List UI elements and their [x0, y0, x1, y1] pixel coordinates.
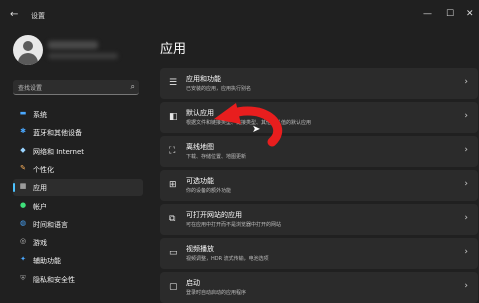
default-apps-icon: ◧	[169, 112, 178, 122]
maximize-icon[interactable]: ☐	[446, 9, 454, 19]
map-icon: ⛶	[169, 146, 176, 156]
sidebar-item-10[interactable]: ⛨ 隐私和安全性	[13, 271, 143, 288]
search-icon[interactable]: ⌕	[131, 82, 135, 92]
page-title: 应用	[160, 42, 187, 57]
sidebar-item-label: 隐私和安全性	[33, 275, 75, 284]
gamepad-icon: ◎	[19, 237, 27, 246]
blurred-user-name	[48, 41, 98, 49]
card-title: 默认应用	[186, 109, 214, 117]
sidebar-item-8[interactable]: ◎ 游戏	[13, 234, 143, 251]
search-input[interactable]: 查找设置 ⌕	[13, 80, 139, 95]
settings-card-6[interactable]: ▭ 视频播放视频调整，HDR 流式传输，电池选项 ›	[160, 238, 478, 269]
card-subtitle: 根据文件和链接类型、链接类型、其他默认值的默认应用	[186, 120, 312, 126]
close-icon[interactable]: ✕	[466, 9, 474, 19]
active-indicator	[13, 183, 15, 193]
chevron-right-icon: ›	[464, 179, 468, 189]
sidebar-item-9[interactable]: ✦ 辅助功能	[13, 252, 143, 269]
video-icon: ▭	[169, 248, 178, 258]
optional-features-icon: ⊞	[169, 180, 177, 190]
settings-card-5[interactable]: ⧉ 可打开网站的应用可在应用中打开而不是浏览器中打开的网站 ›	[160, 204, 478, 235]
globe-clock-icon: ◍	[19, 218, 27, 227]
accessibility-icon: ✦	[20, 255, 26, 264]
avatar[interactable]	[13, 35, 43, 65]
card-title: 应用和功能	[186, 75, 221, 83]
back-arrow-icon[interactable]: ←	[10, 9, 18, 20]
search-placeholder: 查找设置	[18, 85, 43, 92]
settings-card-7[interactable]: ▢ 启动登录时自动启动的应用程序 ›	[160, 272, 478, 303]
chevron-right-icon: ›	[464, 145, 468, 155]
blurred-user-email	[48, 53, 118, 59]
settings-card-2[interactable]: ◧ 默认应用根据文件和链接类型、链接类型、其他默认值的默认应用 ›	[160, 102, 478, 133]
card-subtitle: 下载、存储位置、地图更新	[186, 154, 247, 160]
sidebar-item-label: 网络和 Internet	[33, 147, 85, 156]
sidebar-item-label: 帐户	[33, 202, 47, 211]
sidebar-item-5[interactable]: ▦ 应用	[13, 179, 143, 197]
monitor-icon: ▬	[19, 109, 27, 117]
chevron-right-icon: ›	[464, 281, 468, 291]
card-subtitle: 你的设备的额外功能	[186, 188, 232, 194]
web-apps-icon: ⧉	[169, 214, 176, 224]
sidebar-item-label: 系统	[33, 111, 47, 119]
sidebar-item-1[interactable]: ▬ 系统	[13, 106, 143, 123]
sidebar-item-label: 蓝牙和其他设备	[33, 129, 82, 138]
chevron-right-icon: ›	[464, 111, 468, 121]
window-title: 设置	[31, 12, 45, 20]
sidebar-item-2[interactable]: ✱ 蓝牙和其他设备	[13, 124, 143, 141]
minimize-icon[interactable]: —	[423, 9, 432, 19]
apps-list-icon: ☰	[169, 78, 178, 88]
chevron-right-icon: ›	[464, 213, 468, 223]
sidebar-item-3[interactable]: ◆ 网络和 Internet	[13, 143, 143, 160]
card-subtitle: 已安装的应用，应用执行别名	[186, 86, 252, 92]
title-bar: ← 设置 — ☐ ✕	[0, 0, 479, 30]
sidebar-item-7[interactable]: ◍ 时间和语言	[13, 216, 143, 233]
shield-icon: ⛨	[20, 273, 26, 282]
card-title: 可打开网站的应用	[186, 211, 242, 219]
person-icon: ●	[19, 200, 27, 209]
sidebar-item-label: 时间和语言	[33, 220, 68, 229]
sidebar-item-label: 应用	[33, 184, 47, 193]
sidebar-item-label: 辅助功能	[33, 257, 61, 266]
brush-icon: ✎	[20, 163, 26, 172]
card-subtitle: 视频调整，HDR 流式传输，电池选项	[186, 256, 269, 262]
startup-icon: ▢	[169, 282, 178, 292]
card-subtitle: 可在应用中打开而不是浏览器中打开的网站	[186, 222, 282, 228]
card-title: 离线地图	[186, 143, 214, 151]
chevron-right-icon: ›	[464, 247, 468, 257]
sidebar-item-6[interactable]: ● 帐户	[13, 198, 143, 215]
card-subtitle: 登录时自动启动的应用程序	[186, 290, 247, 296]
card-title: 视频播放	[186, 245, 214, 253]
chevron-right-icon: ›	[464, 77, 468, 87]
wifi-icon: ◆	[20, 145, 26, 154]
sidebar-item-4[interactable]: ✎ 个性化	[13, 161, 143, 178]
settings-card-4[interactable]: ⊞ 可选功能你的设备的额外功能 ›	[160, 170, 478, 201]
card-title: 启动	[186, 279, 200, 287]
sidebar-item-label: 个性化	[33, 165, 54, 174]
apps-icon: ▦	[19, 182, 27, 191]
settings-card-3[interactable]: ⛶ 离线地图下载、存储位置、地图更新 ›	[160, 136, 478, 167]
settings-card-1[interactable]: ☰ 应用和功能已安装的应用，应用执行别名 ›	[160, 68, 478, 99]
mouse-cursor-icon: ➤	[252, 124, 261, 135]
sidebar-item-label: 游戏	[33, 239, 47, 248]
bluetooth-icon: ✱	[20, 127, 26, 136]
card-title: 可选功能	[186, 177, 214, 185]
